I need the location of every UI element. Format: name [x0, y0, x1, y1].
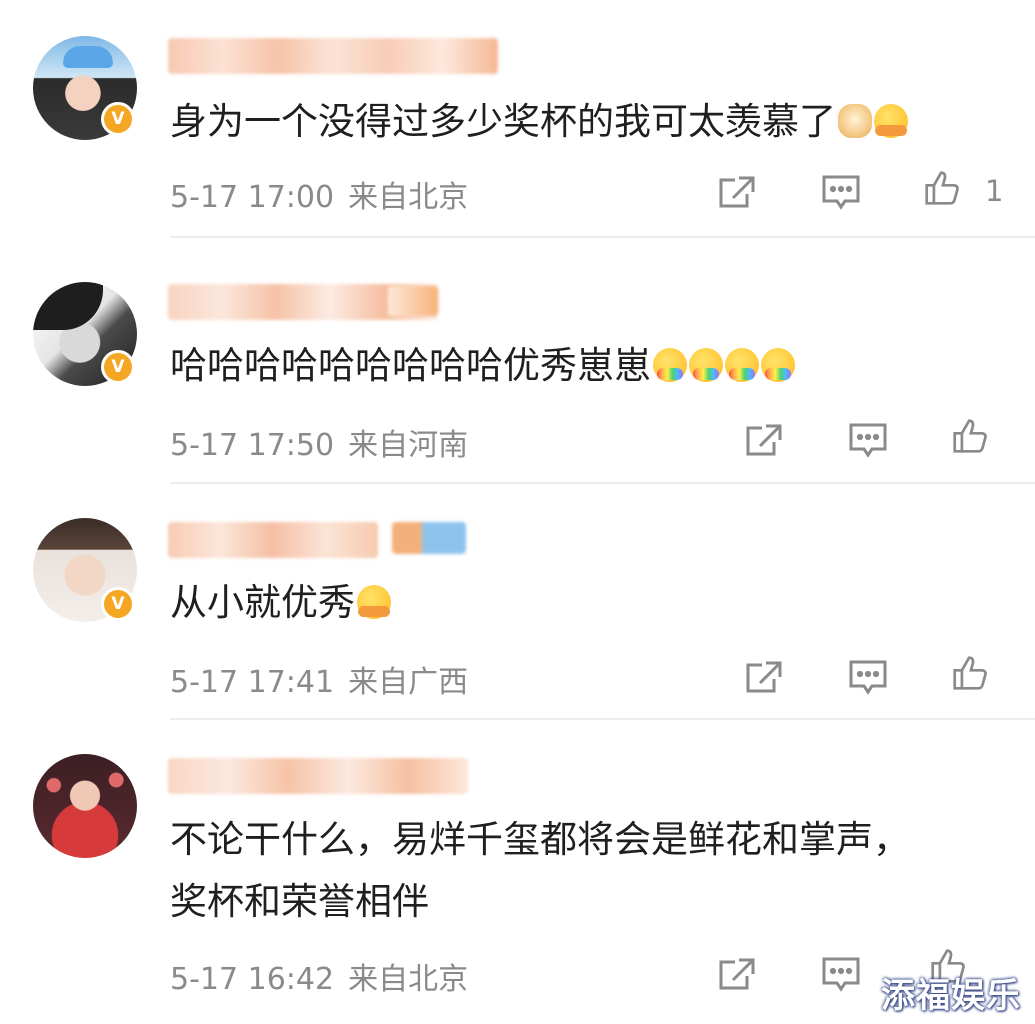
comment-text: 身为一个没得过多少奖杯的我可太羡慕了	[170, 92, 908, 152]
shocked-emoji-icon	[357, 585, 391, 619]
watermark: 添福娱乐	[881, 976, 1021, 1016]
shy-emoji-icon	[874, 104, 908, 138]
comment-text: 奖杯和荣誉相伴	[170, 872, 429, 932]
comment-time: 5-17 17:41	[170, 665, 335, 700]
share-icon[interactable]	[717, 956, 757, 992]
comment-location: 来自北京	[348, 180, 469, 215]
comment-icon[interactable]	[848, 659, 888, 695]
verified-badge-icon: V	[101, 102, 135, 136]
share-icon[interactable]	[744, 659, 784, 695]
share-icon[interactable]	[717, 174, 757, 210]
comment-meta: 5-17 17:00 来自北京	[170, 172, 468, 216]
comment-body: 从小就优秀	[170, 581, 355, 624]
rainbow-emoji-icon	[689, 348, 723, 382]
comment-meta: 5-17 16:42 来自北京	[170, 954, 468, 998]
comment-icon[interactable]	[821, 174, 861, 210]
like-icon[interactable]	[950, 655, 990, 691]
share-icon[interactable]	[744, 422, 784, 458]
comment-meta: 5-17 17:50 来自河南	[170, 420, 468, 464]
comment-text: 不论干什么，易烊千玺都将会是鲜花和掌声，	[170, 810, 910, 870]
comment-body: 哈哈哈哈哈哈哈哈哈优秀崽崽	[170, 344, 651, 387]
comment-body: 身为一个没得过多少奖杯的我可太羡慕了	[170, 100, 836, 143]
username-blurred-suffix	[388, 286, 438, 316]
comment-icon[interactable]	[848, 422, 888, 458]
divider	[170, 236, 1035, 238]
username-blurred[interactable]	[168, 522, 378, 558]
verified-badge-icon: V	[101, 350, 135, 384]
doge-emoji-icon	[838, 104, 872, 138]
comment-icon[interactable]	[821, 956, 861, 992]
like-icon[interactable]	[950, 418, 990, 454]
comment-time: 5-17 17:50	[170, 428, 335, 463]
username-blurred[interactable]	[168, 38, 498, 74]
avatar[interactable]	[33, 754, 137, 858]
comment-location: 来自北京	[348, 962, 469, 997]
divider	[170, 718, 1035, 720]
rainbow-emoji-icon	[653, 348, 687, 382]
verified-badge-icon: V	[101, 587, 135, 621]
comment-body-line-2: 奖杯和荣誉相伴	[170, 880, 429, 923]
comment-time: 5-17 17:00	[170, 180, 335, 215]
username-blurred[interactable]	[168, 758, 468, 794]
comment-time: 5-17 16:42	[170, 962, 335, 997]
rainbow-emoji-icon	[725, 348, 759, 382]
rainbow-emoji-icon	[761, 348, 795, 382]
comment-location: 来自广西	[348, 665, 469, 700]
like-count: 1	[985, 174, 1004, 208]
comment-text: 从小就优秀	[170, 573, 391, 633]
comment-location: 来自河南	[348, 428, 469, 463]
comment-body-line-1: 不论干什么，易烊千玺都将会是鲜花和掌声，	[170, 818, 910, 861]
comment-meta: 5-17 17:41 来自广西	[170, 657, 468, 701]
comment-text: 哈哈哈哈哈哈哈哈哈优秀崽崽	[170, 336, 795, 396]
divider	[170, 482, 1035, 484]
username-blurred-suffix	[392, 522, 466, 554]
like-icon[interactable]	[922, 170, 962, 206]
